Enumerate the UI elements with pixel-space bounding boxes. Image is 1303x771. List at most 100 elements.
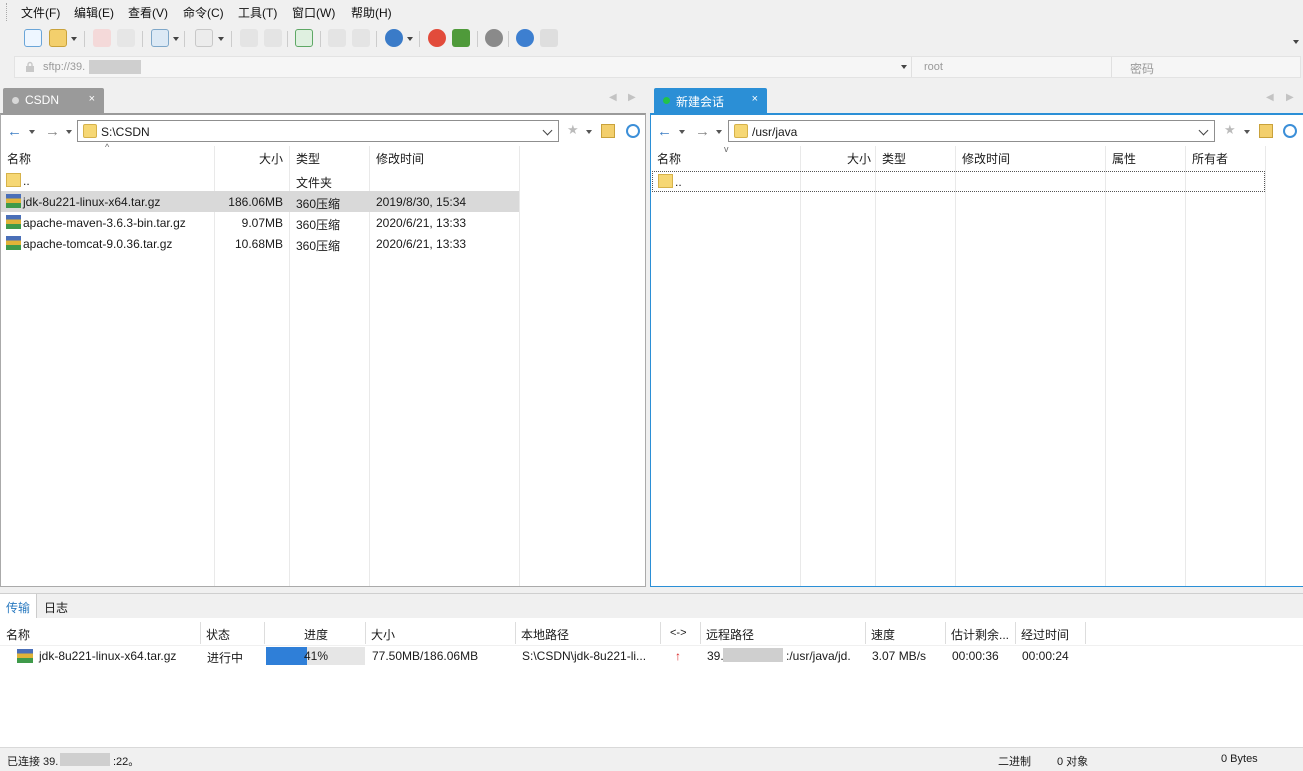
col-elapsed[interactable]: 经过时间 [1021, 626, 1069, 643]
back-arrow-icon[interactable]: ← [657, 123, 672, 140]
queue-icon[interactable] [328, 29, 346, 47]
home-folder-icon[interactable] [1259, 124, 1273, 138]
chevron-down-icon[interactable] [542, 125, 553, 136]
col-divider[interactable] [1185, 146, 1186, 586]
col-size[interactable]: 大小 [371, 626, 395, 643]
chevron-down-icon[interactable] [66, 130, 72, 134]
col-name[interactable]: 名称 [6, 626, 30, 643]
chevron-down-icon[interactable] [586, 130, 592, 134]
col-size[interactable]: 大小 [259, 150, 283, 172]
forward-arrow-icon[interactable]: → [695, 123, 710, 140]
col-type[interactable]: 类型 [296, 150, 320, 172]
list-item[interactable]: apache-tomcat-9.0.36.tar.gz 10.68MB 360压… [1, 233, 519, 254]
menu-window[interactable]: 窗口(W) [292, 4, 335, 21]
menu-help[interactable]: 帮助(H) [351, 4, 392, 21]
globe-icon[interactable] [385, 29, 403, 47]
close-icon[interactable]: × [89, 93, 95, 105]
queue-list-icon[interactable] [352, 29, 370, 47]
list-item[interactable]: apache-maven-3.6.3-bin.tar.gz 9.07MB 360… [1, 212, 519, 233]
chevron-down-icon[interactable] [901, 65, 907, 69]
tab-local[interactable]: CSDN × [3, 88, 104, 113]
menu-command[interactable]: 命令(C) [183, 4, 224, 21]
col-size[interactable]: 大小 [847, 150, 871, 172]
col-divider[interactable] [945, 622, 946, 644]
col-divider[interactable] [955, 146, 956, 586]
chat-icon[interactable] [540, 29, 558, 47]
col-local-path[interactable]: 本地路径 [521, 626, 569, 643]
new-session-icon[interactable] [24, 29, 42, 47]
close-icon[interactable]: × [752, 93, 758, 105]
chevron-down-icon[interactable] [218, 37, 224, 41]
chevron-down-icon[interactable] [71, 37, 77, 41]
password-field[interactable]: 密码 [1111, 57, 1301, 77]
col-divider[interactable] [660, 622, 661, 644]
menu-file[interactable]: 文件(F) [21, 4, 60, 21]
home-folder-icon[interactable] [601, 124, 615, 138]
back-arrow-icon[interactable]: ← [7, 123, 22, 140]
col-divider[interactable] [875, 146, 876, 586]
list-item-parent[interactable]: .. 文件夹 [1, 170, 519, 191]
col-remote-path[interactable]: 远程路径 [706, 626, 754, 643]
col-divider[interactable] [1265, 146, 1266, 586]
col-modified[interactable]: 修改时间 [962, 150, 1010, 172]
col-divider[interactable] [700, 622, 701, 644]
tab-transfer[interactable]: 传输 [0, 594, 38, 618]
menu-edit[interactable]: 编辑(E) [74, 4, 114, 21]
chevron-down-icon[interactable] [1293, 40, 1299, 44]
chevron-down-icon[interactable] [29, 130, 35, 134]
col-divider[interactable] [264, 622, 265, 644]
chevron-right-icon[interactable]: ▶ [1286, 92, 1294, 103]
col-divider[interactable] [519, 146, 520, 586]
transfer-row[interactable]: jdk-8u221-linux-x64.tar.gz 进行中 41% 77.50… [0, 647, 1100, 669]
col-divider[interactable] [865, 622, 866, 644]
col-divider[interactable] [1105, 146, 1106, 586]
menu-tools[interactable]: 工具(T) [238, 4, 277, 21]
username-field[interactable]: root [911, 57, 1111, 77]
tab-remote[interactable]: 新建会话 × [654, 88, 767, 113]
chevron-left-icon[interactable]: ◀ [1266, 92, 1274, 103]
col-modified[interactable]: 修改时间 [376, 150, 424, 172]
remote-path-input[interactable]: /usr/java [728, 120, 1215, 142]
col-divider[interactable] [515, 622, 516, 644]
swap-panels-icon[interactable] [295, 29, 313, 47]
col-owner[interactable]: 所有者 [1192, 150, 1228, 172]
help-icon[interactable] [516, 29, 534, 47]
host-input[interactable]: sftp://39. [43, 61, 85, 73]
terminal-icon[interactable] [195, 29, 213, 47]
col-divider[interactable] [200, 622, 201, 644]
col-direction[interactable]: <-> [670, 627, 687, 639]
forward-arrow-icon[interactable]: → [45, 123, 60, 140]
col-type[interactable]: 类型 [882, 150, 906, 172]
sync-settings-icon[interactable] [151, 29, 169, 47]
col-eta[interactable]: 估计剩余... [951, 626, 1009, 643]
gear-icon[interactable] [485, 29, 503, 47]
menu-view[interactable]: 查看(V) [128, 4, 168, 21]
bookmark-star-icon[interactable]: ★ [567, 122, 581, 137]
col-name[interactable]: 名称 [7, 150, 31, 172]
list-item-selected[interactable]: jdk-8u221-linux-x64.tar.gz 186.06MB 360压… [1, 191, 519, 212]
chevron-right-icon[interactable]: ▶ [628, 92, 636, 103]
open-folder-icon[interactable] [49, 29, 67, 47]
col-attributes[interactable]: 属性 [1112, 150, 1136, 172]
bookmark-star-icon[interactable]: ★ [1224, 122, 1238, 137]
chevron-left-icon[interactable]: ◀ [609, 92, 617, 103]
chevron-down-icon[interactable] [173, 37, 179, 41]
tab-log[interactable]: 日志 [38, 594, 74, 618]
col-progress[interactable]: 进度 [304, 626, 328, 643]
chevron-down-icon[interactable] [1244, 130, 1250, 134]
disconnect-icon[interactable] [93, 29, 111, 47]
reconnect-icon[interactable] [117, 29, 135, 47]
chevron-down-icon[interactable] [716, 130, 722, 134]
list-item-parent[interactable]: .. [652, 171, 1265, 192]
col-speed[interactable]: 速度 [871, 626, 895, 643]
col-name[interactable]: 名称 [657, 150, 681, 172]
col-divider[interactable] [1015, 622, 1016, 644]
chevron-down-icon[interactable] [1198, 125, 1209, 136]
chevron-down-icon[interactable] [679, 130, 685, 134]
col-divider[interactable] [1085, 622, 1086, 644]
refresh-icon[interactable] [1283, 124, 1297, 138]
col-divider[interactable] [800, 146, 801, 586]
refresh-icon[interactable] [626, 124, 640, 138]
move-icon[interactable] [264, 29, 282, 47]
copy-icon[interactable] [240, 29, 258, 47]
